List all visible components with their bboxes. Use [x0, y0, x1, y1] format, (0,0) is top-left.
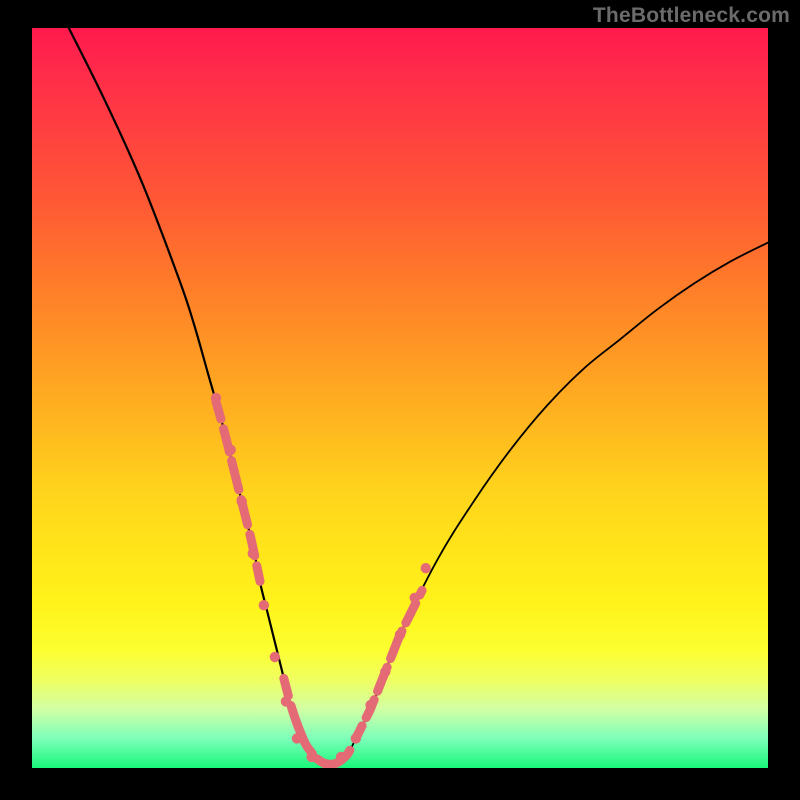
watermark-text: TheBottleneck.com: [593, 4, 790, 28]
highlight-dot: [270, 652, 280, 662]
highlight-dot: [211, 393, 221, 403]
highlight-dot: [421, 563, 431, 573]
bottleneck-curve-right: [326, 243, 768, 765]
highlight-dashes: [216, 402, 422, 765]
highlight-dot: [259, 600, 269, 610]
highlight-dot: [380, 667, 390, 677]
highlight-dot: [306, 752, 316, 762]
highlight-dot: [410, 593, 420, 603]
highlight-dot: [281, 696, 291, 706]
highlight-dots: [211, 393, 431, 768]
chart-stage: TheBottleneck.com: [0, 0, 800, 800]
highlight-dash-segment: [356, 590, 422, 738]
plot-area: [32, 28, 768, 768]
highlight-dash-segment: [297, 724, 356, 765]
highlight-dot: [336, 752, 346, 762]
highlight-dot: [365, 700, 375, 710]
highlight-dot: [351, 733, 361, 743]
plot-svg: [32, 28, 768, 768]
highlight-dot: [237, 496, 247, 506]
highlight-dot: [292, 733, 302, 743]
highlight-dot: [395, 630, 405, 640]
bottleneck-curve-left: [69, 28, 327, 764]
highlight-dot: [226, 445, 236, 455]
highlight-dot: [248, 548, 258, 558]
